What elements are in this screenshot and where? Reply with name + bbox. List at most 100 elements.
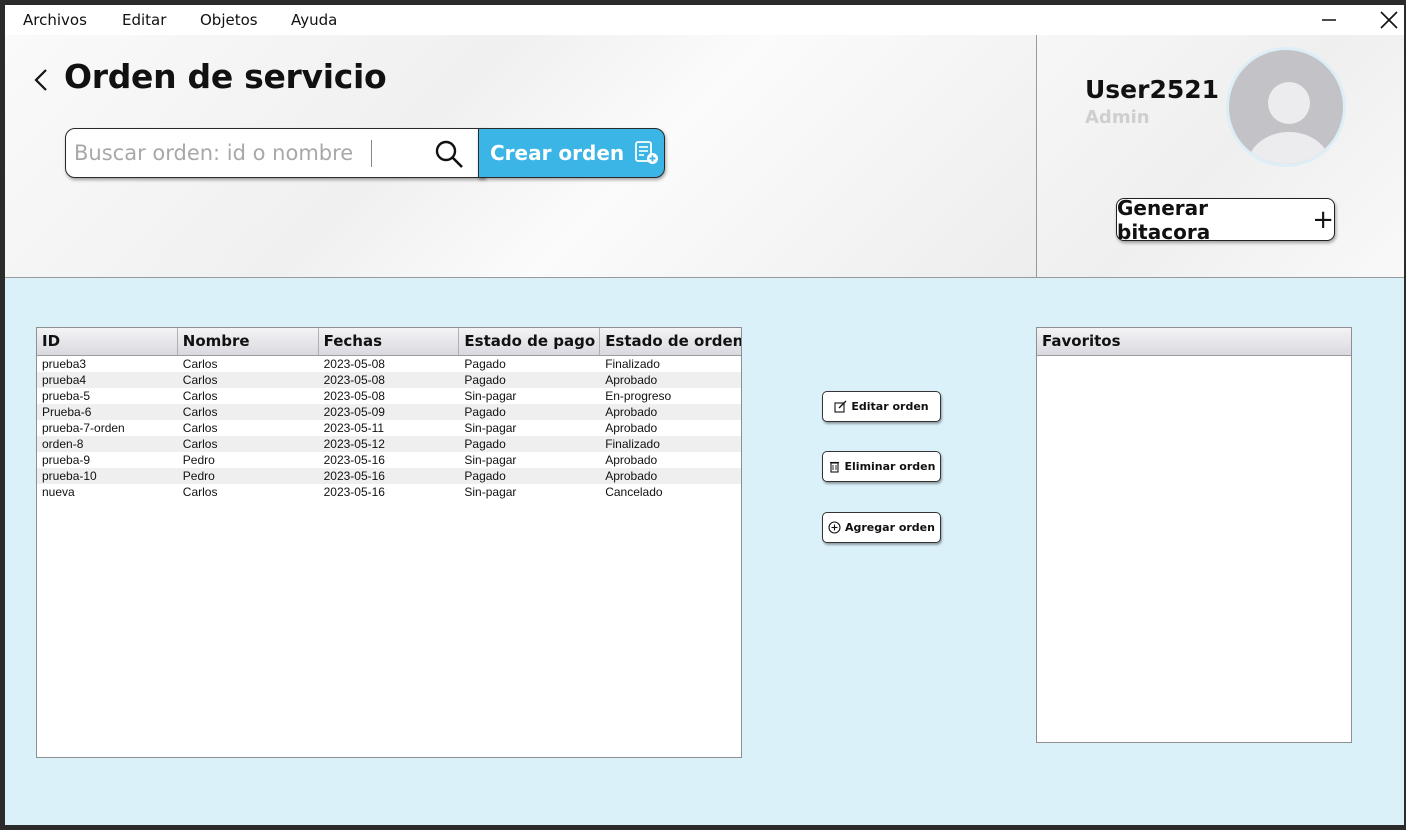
plus-icon: + (1312, 204, 1334, 235)
column-header-id[interactable]: ID (37, 328, 178, 355)
cell-id: prueba-5 (42, 389, 91, 403)
cell-id: prueba3 (42, 357, 87, 371)
add-document-icon (635, 141, 659, 164)
generate-log-button[interactable]: Generar bitacora + (1116, 195, 1335, 244)
menu-archivos[interactable]: Archivos (23, 11, 87, 29)
minimize-icon (1322, 19, 1336, 21)
search-input[interactable] (74, 139, 364, 167)
delete-order-button[interactable]: Eliminar orden (822, 451, 941, 482)
edit-icon (834, 400, 847, 413)
cell-nombre: Carlos (182, 357, 218, 371)
cell-estado-orden: Aprobado (605, 421, 658, 435)
menu-ayuda[interactable]: Ayuda (291, 11, 337, 29)
table-row[interactable]: prueba-5 Carlos 2023-05-08 Sin-pagar En-… (37, 388, 741, 404)
menu-editar[interactable]: Editar (122, 11, 166, 29)
add-order-label: Agregar orden (845, 521, 935, 534)
cell-estado-orden: Aprobado (605, 373, 658, 387)
table-header: ID Nombre Fechas Estado de pago Estado d… (37, 328, 741, 356)
close-icon (1380, 11, 1398, 29)
cell-estado-orden: Finalizado (605, 437, 660, 451)
cell-fecha: 2023-05-16 (323, 453, 385, 467)
minimize-button[interactable] (1309, 5, 1349, 35)
table-row[interactable]: Prueba-6 Carlos 2023-05-09 Pagado Aproba… (37, 404, 741, 420)
cell-estado-orden: Aprobado (605, 453, 658, 467)
cell-estado-orden: Finalizado (605, 357, 660, 371)
trash-icon (829, 461, 839, 473)
cell-estado-pago: Sin-pagar (464, 485, 517, 499)
menu-bar: Archivos Editar Objetos Ayuda (5, 5, 1404, 35)
cell-nombre: Carlos (182, 389, 218, 403)
add-order-button[interactable]: Agregar orden (822, 512, 941, 543)
table-row[interactable]: nueva Carlos 2023-05-16 Sin-pagar Cancel… (37, 484, 741, 500)
create-order-button[interactable]: Crear orden (478, 128, 665, 178)
cell-nombre: Carlos (182, 485, 218, 499)
cell-estado-pago: Sin-pagar (464, 389, 517, 403)
cell-estado-orden: Cancelado (605, 485, 663, 499)
table-row[interactable]: prueba4 Carlos 2023-05-08 Pagado Aprobad… (37, 372, 741, 388)
orders-table: ID Nombre Fechas Estado de pago Estado d… (36, 327, 742, 758)
add-circle-icon (828, 521, 841, 534)
close-button[interactable] (1369, 5, 1404, 35)
table-row[interactable]: orden-8 Carlos 2023-05-12 Pagado Finaliz… (37, 436, 741, 452)
delete-order-label: Eliminar orden (844, 460, 936, 473)
cell-estado-orden: En-progreso (605, 389, 672, 403)
page-title: Orden de servicio (64, 57, 387, 96)
cell-estado-pago: Pagado (464, 437, 506, 451)
cell-nombre: Carlos (182, 405, 218, 419)
cell-fecha: 2023-05-16 (323, 469, 385, 483)
cell-estado-pago: Sin-pagar (464, 421, 517, 435)
user-role: Admin (1085, 107, 1150, 128)
chevron-left-icon (34, 69, 47, 91)
cell-id: nueva (42, 485, 75, 499)
table-body: prueba3 Carlos 2023-05-08 Pagado Finaliz… (37, 356, 741, 500)
avatar (1226, 47, 1346, 167)
generate-log-label: Generar bitacora (1117, 195, 1211, 244)
menu-objetos[interactable]: Objetos (200, 11, 258, 29)
cell-nombre: Carlos (182, 421, 218, 435)
search-box (65, 128, 485, 178)
search-divider (371, 140, 372, 167)
column-header-nombre[interactable]: Nombre (178, 328, 319, 355)
column-header-fechas[interactable]: Fechas (319, 328, 460, 355)
column-header-estado-orden[interactable]: Estado de orden (600, 328, 741, 355)
user-avatar-icon (1247, 82, 1331, 164)
cell-fecha: 2023-05-11 (323, 421, 385, 435)
cell-estado-pago: Sin-pagar (464, 453, 517, 467)
cell-id: Prueba-6 (42, 405, 92, 419)
cell-fecha: 2023-05-16 (323, 485, 385, 499)
favorites-header: Favoritos (1037, 328, 1351, 356)
edit-order-label: Editar orden (851, 400, 929, 413)
cell-id: prueba4 (42, 373, 87, 387)
favorites-list[interactable]: Favoritos (1036, 327, 1352, 743)
cell-fecha: 2023-05-08 (323, 389, 385, 403)
cell-estado-pago: Pagado (464, 357, 506, 371)
cell-fecha: 2023-05-08 (323, 357, 385, 371)
cell-nombre: Pedro (182, 453, 215, 467)
table-row[interactable]: prueba3 Carlos 2023-05-08 Pagado Finaliz… (37, 356, 741, 372)
content-area: ID Nombre Fechas Estado de pago Estado d… (5, 278, 1404, 825)
cell-nombre: Carlos (182, 437, 218, 451)
cell-fecha: 2023-05-09 (323, 405, 385, 419)
username: User2521 (1085, 75, 1220, 104)
back-button[interactable] (29, 67, 53, 93)
cell-id: prueba-9 (42, 453, 91, 467)
cell-estado-orden: Aprobado (605, 469, 658, 483)
table-row[interactable]: prueba-10 Pedro 2023-05-16 Pagado Aproba… (37, 468, 741, 484)
cell-fecha: 2023-05-08 (323, 373, 385, 387)
header-panel: Orden de servicio Crear orden (5, 35, 1037, 278)
cell-fecha: 2023-05-12 (323, 437, 385, 451)
table-row[interactable]: prueba-7-orden Carlos 2023-05-11 Sin-pag… (37, 420, 741, 436)
app-window: Archivos Editar Objetos Ayuda Orden de s… (5, 5, 1404, 825)
create-order-label: Crear orden (490, 141, 625, 165)
table-row[interactable]: prueba-9 Pedro 2023-05-16 Sin-pagar Apro… (37, 452, 741, 468)
search-icon[interactable] (434, 139, 464, 169)
user-panel: User2521 Admin Generar bitacora + (1036, 35, 1404, 278)
cell-nombre: Carlos (182, 373, 218, 387)
column-header-estado-pago[interactable]: Estado de pago (459, 328, 601, 355)
cell-estado-pago: Pagado (464, 405, 506, 419)
edit-order-button[interactable]: Editar orden (822, 391, 941, 422)
cell-id: prueba-7-orden (42, 421, 125, 435)
cell-estado-pago: Pagado (464, 469, 506, 483)
cell-estado-orden: Aprobado (605, 405, 658, 419)
cell-id: orden-8 (42, 437, 84, 451)
